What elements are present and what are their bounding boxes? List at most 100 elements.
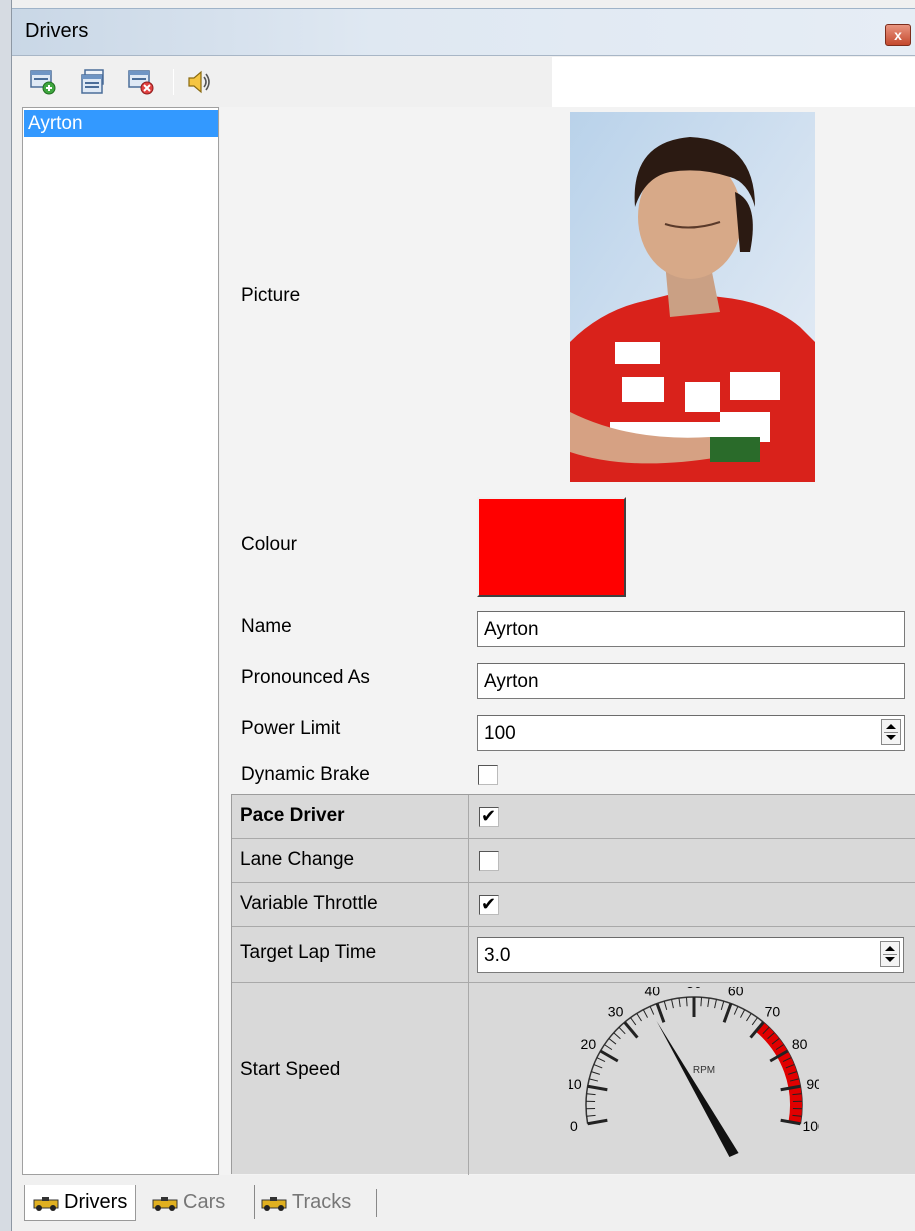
gauge-minor-tick xyxy=(604,1044,613,1051)
pace-driver-checkbox[interactable]: ✔ xyxy=(479,806,499,827)
tab-separator xyxy=(376,1189,377,1217)
tab-bar: Drivers Cars Tracks xyxy=(12,1177,915,1231)
colour-swatch[interactable] xyxy=(477,497,626,597)
window-title: Drivers xyxy=(25,20,89,42)
race-car-icon xyxy=(33,1196,59,1211)
dynamic-brake-label: Dynamic Brake xyxy=(241,764,370,785)
close-button[interactable]: x xyxy=(885,24,911,46)
add-driver-button[interactable] xyxy=(28,67,58,97)
spin-down-icon xyxy=(885,957,895,962)
gauge-major-tick xyxy=(587,1118,608,1126)
gauge-minor-tick xyxy=(663,1001,668,1010)
driver-properties: Picture Colour Name Ayrton Pronounced As… xyxy=(220,107,915,1175)
gauge-minor-tick xyxy=(591,1071,600,1075)
variable-throttle-label: Variable Throttle xyxy=(240,893,378,914)
lane-change-label: Lane Change xyxy=(240,849,355,870)
spin-down-icon xyxy=(886,735,896,740)
drivers-list[interactable]: Ayrton xyxy=(22,107,219,1175)
gauge-minor-tick xyxy=(596,1057,606,1063)
toolbar xyxy=(12,57,915,107)
check-icon: ✔ xyxy=(481,894,497,914)
gauge-tick-label: 40 xyxy=(644,987,660,998)
gauge-tick-label: 10 xyxy=(569,1076,582,1092)
gauge-minor-tick xyxy=(618,1026,626,1035)
check-icon: ✔ xyxy=(481,806,497,826)
list-item[interactable]: Ayrton xyxy=(24,110,218,137)
power-limit-field[interactable]: 100 xyxy=(477,715,905,751)
race-car-icon xyxy=(261,1196,287,1211)
gauge-major-tick xyxy=(655,1003,666,1023)
drivers-window: Drivers x Ayrton Picture Colour Name Ayr… xyxy=(0,0,915,1231)
gauge-minor-tick xyxy=(700,997,703,1007)
gauge-minor-tick xyxy=(630,1017,637,1026)
pronounced-as-field[interactable]: Ayrton xyxy=(477,663,905,699)
toolbar-separator xyxy=(173,69,174,95)
spin-up-icon xyxy=(886,724,896,729)
gauge-minor-tick xyxy=(642,1009,648,1018)
gauge-major-tick xyxy=(599,1049,619,1063)
gauge-needle xyxy=(656,1020,739,1158)
gauge-minor-tick xyxy=(608,1038,617,1045)
spin-up-icon xyxy=(885,946,895,951)
grid-row-variable-throttle: Variable Throttle ✔ xyxy=(232,883,915,927)
lane-change-checkbox[interactable] xyxy=(479,851,499,871)
gauge-minor-tick xyxy=(586,1114,596,1117)
gauge-minor-tick xyxy=(746,1013,752,1022)
tab-label: Tracks xyxy=(292,1191,352,1213)
edit-driver-button[interactable] xyxy=(78,67,108,97)
tab-tracks[interactable]: Tracks xyxy=(254,1185,351,1219)
gauge-minor-tick xyxy=(649,1006,655,1015)
speak-button[interactable] xyxy=(184,67,214,97)
gauge-minor-tick xyxy=(586,1093,596,1096)
delete-driver-button[interactable] xyxy=(126,67,156,97)
title-bar[interactable]: Drivers x xyxy=(12,8,915,56)
edit-driver-icon xyxy=(81,69,104,94)
gauge-tick-label: 50 xyxy=(686,987,702,991)
pronounced-as-label: Pronounced As xyxy=(241,667,370,688)
start-speed-gauge[interactable]: 0 10 20 30 40 50 60 70 80 90 100 RPM xyxy=(569,987,819,1172)
add-driver-icon xyxy=(30,70,56,95)
start-speed-label: Start Speed xyxy=(240,1059,341,1080)
grid-row-start-speed: Start Speed 0 10 20 30 40 50 60 70 80 90 100 RPM xyxy=(232,983,915,1175)
target-lap-time-stepper[interactable] xyxy=(880,941,900,967)
colour-label: Colour xyxy=(241,534,297,555)
close-icon: x xyxy=(894,27,902,43)
picture-label: Picture xyxy=(241,285,301,306)
settings-grid: Pace Driver ✔ Lane Change Variable Throt… xyxy=(231,794,915,1175)
toolbar-blank-area xyxy=(552,57,915,107)
gauge-tick-label: 30 xyxy=(608,1004,624,1020)
dynamic-brake-checkbox[interactable] xyxy=(478,765,498,785)
gauge-tick-label: 100 xyxy=(802,1118,819,1134)
gauge-tick-label: 20 xyxy=(581,1036,597,1052)
gauge-minor-tick xyxy=(720,1001,725,1010)
gauge-minor-tick xyxy=(671,999,674,1009)
grid-row-pace-driver: Pace Driver ✔ xyxy=(232,795,915,839)
name-field[interactable]: Ayrton xyxy=(477,611,905,647)
name-label: Name xyxy=(241,616,292,637)
target-lap-time-field[interactable]: 3.0 xyxy=(477,937,904,973)
gauge-major-tick xyxy=(587,1084,608,1092)
tab-drivers[interactable]: Drivers xyxy=(24,1185,137,1221)
gauge-minor-tick xyxy=(714,999,717,1009)
driver-picture[interactable] xyxy=(570,112,815,482)
grid-row-lane-change: Lane Change xyxy=(232,839,915,883)
pace-driver-label: Pace Driver xyxy=(240,805,345,826)
variable-throttle-checkbox[interactable]: ✔ xyxy=(479,894,499,915)
target-lap-time-input: 3.0 xyxy=(477,937,904,973)
gauge-minor-tick xyxy=(733,1006,739,1015)
gauge-tick-label: 70 xyxy=(765,1004,781,1020)
power-limit-label: Power Limit xyxy=(241,718,341,739)
gauge-tick-label: 0 xyxy=(570,1118,578,1134)
power-limit-stepper[interactable] xyxy=(881,719,901,745)
gauge-minor-tick xyxy=(685,997,688,1007)
tab-label: Cars xyxy=(183,1191,226,1213)
gauge-unit-label: RPM xyxy=(693,1065,715,1076)
gauge-tick-label: 90 xyxy=(806,1076,819,1092)
gauge-tick-label: 80 xyxy=(792,1036,808,1052)
tab-cars[interactable]: Cars xyxy=(152,1185,225,1219)
gauge-minor-tick xyxy=(707,997,710,1008)
gauge-minor-tick xyxy=(740,1009,746,1018)
gauge-minor-tick xyxy=(589,1078,599,1082)
gauge-redline xyxy=(755,1022,802,1124)
target-lap-time-label: Target Lap Time xyxy=(240,942,377,963)
